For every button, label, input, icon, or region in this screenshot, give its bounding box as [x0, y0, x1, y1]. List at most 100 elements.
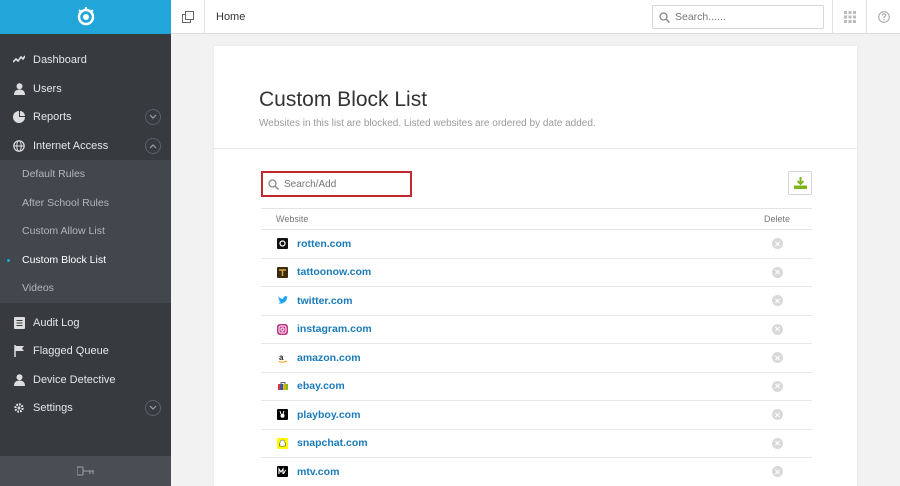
search-icon — [659, 11, 670, 23]
key-icon — [76, 466, 94, 476]
sidebar-subitem-label: After School Rules — [22, 196, 109, 209]
delete-icon[interactable] — [771, 323, 783, 335]
pie-chart-icon — [12, 110, 26, 124]
website-link[interactable]: tattoonow.com — [297, 266, 742, 278]
sidebar-item-label: Device Detective — [33, 373, 116, 386]
delete-cell — [742, 238, 812, 250]
logo-icon — [77, 7, 94, 26]
mtv-icon — [277, 466, 288, 478]
sidebar-subitem-custom-block-list[interactable]: Custom Block List — [0, 246, 171, 275]
sidebar-item-label: Audit Log — [33, 316, 80, 329]
chevron-down-icon[interactable] — [145, 109, 161, 126]
sidebar-item-audit-log[interactable]: Audit Log — [0, 309, 171, 338]
table-row: ebay.com — [261, 373, 812, 401]
logo[interactable] — [0, 0, 171, 34]
table-header: Website Delete — [261, 208, 812, 230]
sidebar-subitem-custom-allow-list[interactable]: Custom Allow List — [0, 217, 171, 246]
delete-cell — [742, 409, 812, 421]
table-row: playboy.com — [261, 401, 812, 430]
sidebar-subitem-after-school-rules[interactable]: After School Rules — [0, 189, 171, 218]
delete-icon[interactable] — [771, 466, 783, 478]
website-link[interactable]: rotten.com — [297, 238, 742, 250]
sidebar-subitem-label: Default Rules — [22, 168, 86, 181]
table-row: tattoonow.com — [261, 259, 812, 287]
delete-icon[interactable] — [771, 352, 783, 364]
top-bar: Home — [171, 0, 900, 34]
window-toggle-button[interactable] — [171, 0, 205, 34]
table-row: snapchat.com — [261, 430, 812, 458]
delete-icon[interactable] — [771, 380, 783, 392]
sidebar-item-label: Reports — [33, 111, 72, 124]
column-header-website: Website — [276, 214, 309, 224]
sidebar-item-label: Settings — [33, 402, 73, 415]
list-icon — [12, 316, 26, 330]
delete-cell — [742, 437, 812, 449]
delete-icon[interactable] — [771, 409, 783, 421]
table-row: twitter.com — [261, 287, 812, 316]
page-subtitle: Websites in this list are blocked. Liste… — [259, 118, 596, 129]
delete-cell — [742, 266, 812, 278]
delete-icon[interactable] — [771, 437, 783, 449]
global-search[interactable] — [652, 5, 824, 29]
delete-icon[interactable] — [771, 266, 783, 278]
sidebar-item-label: Dashboard — [33, 54, 87, 67]
sidebar-subitem-label: Videos — [22, 282, 54, 295]
gear-icon — [12, 401, 26, 415]
sidebar-collapse-button[interactable] — [0, 456, 171, 486]
website-link[interactable]: playboy.com — [297, 409, 742, 421]
twitter-bird-icon — [277, 295, 288, 306]
sidebar-subitem-default-rules[interactable]: Default Rules — [0, 160, 171, 189]
website-link[interactable]: amazon.com — [297, 352, 742, 364]
card-header: Custom Block List Websites in this list … — [214, 46, 857, 149]
instagram-icon — [277, 323, 288, 335]
search-add-field[interactable] — [261, 171, 412, 197]
internet-access-submenu: Default Rules After School Rules Custom … — [0, 160, 171, 303]
chevron-down-icon[interactable] — [145, 400, 161, 417]
table-row: a amazon.com — [261, 344, 812, 373]
delete-cell — [742, 466, 812, 478]
top-right-controls — [832, 0, 900, 34]
sidebar-item-dashboard[interactable]: Dashboard — [0, 46, 171, 75]
help-icon — [877, 11, 890, 23]
main-nav: Dashboard Users Reports Internet Access — [0, 34, 171, 160]
sidebar-item-internet-access[interactable]: Internet Access — [0, 132, 171, 161]
sidebar-item-device-detective[interactable]: Device Detective — [0, 366, 171, 395]
sidebar-item-reports[interactable]: Reports — [0, 103, 171, 132]
sidebar: Dashboard Users Reports Internet Access — [0, 0, 171, 486]
download-icon — [793, 177, 807, 189]
column-header-delete: Delete — [763, 214, 790, 224]
table-row: instagram.com — [261, 316, 812, 344]
sidebar-subitem-label: Custom Block List — [22, 253, 107, 266]
grid-icon — [843, 11, 856, 23]
apps-grid-button[interactable] — [832, 0, 866, 34]
delete-icon[interactable] — [771, 295, 783, 307]
snapchat-ghost-icon — [277, 437, 288, 449]
rotten-favicon-icon — [277, 238, 288, 250]
website-link[interactable]: instagram.com — [297, 323, 742, 335]
breadcrumb[interactable]: Home — [216, 11, 245, 23]
website-link[interactable]: twitter.com — [297, 295, 742, 307]
delete-cell — [742, 323, 812, 335]
chevron-up-icon[interactable] — [145, 137, 161, 154]
delete-icon[interactable] — [771, 238, 783, 250]
help-button[interactable] — [866, 0, 900, 34]
website-link[interactable]: snapchat.com — [297, 437, 742, 449]
download-button[interactable] — [788, 171, 812, 195]
flag-icon — [12, 344, 26, 358]
page-title: Custom Block List — [259, 88, 428, 111]
playboy-bunny-icon — [277, 409, 288, 421]
user-icon — [12, 373, 26, 387]
sidebar-item-flagged-queue[interactable]: Flagged Queue — [0, 337, 171, 366]
search-add-input[interactable] — [284, 178, 394, 190]
website-link[interactable]: ebay.com — [297, 380, 742, 392]
website-link[interactable]: mtv.com — [297, 466, 742, 478]
sidebar-item-settings[interactable]: Settings — [0, 394, 171, 423]
table-row: mtv.com — [261, 458, 812, 486]
sidebar-item-label: Users — [33, 82, 62, 95]
sidebar-item-users[interactable]: Users — [0, 75, 171, 104]
tattoonow-favicon-icon — [277, 266, 288, 278]
sidebar-item-label: Flagged Queue — [33, 345, 109, 358]
sidebar-subitem-label: Custom Allow List — [22, 225, 105, 238]
sidebar-subitem-videos[interactable]: Videos — [0, 274, 171, 303]
global-search-input[interactable] — [675, 11, 805, 23]
